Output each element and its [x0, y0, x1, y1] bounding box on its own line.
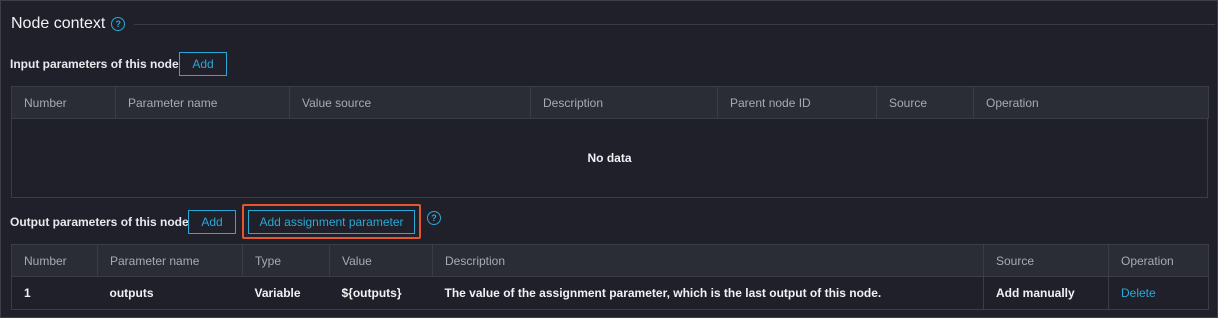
column-header: Source — [876, 86, 974, 119]
table-row: 1 outputs Variable ${outputs} The value … — [11, 276, 1209, 310]
column-header: Operation — [1108, 244, 1209, 277]
column-header: Number — [11, 244, 98, 277]
cell-source: Add manually — [983, 276, 1109, 310]
column-header: Type — [242, 244, 330, 277]
node-context-panel: Node context ? Input parameters of this … — [0, 0, 1218, 318]
column-header: Parameter name — [115, 86, 290, 119]
output-params-label: Output parameters of this node — [10, 215, 189, 229]
cell-number: 1 — [11, 276, 98, 310]
cell-operation: Delete — [1108, 276, 1209, 310]
column-header: Description — [530, 86, 718, 119]
column-header: Source — [983, 244, 1109, 277]
input-params-table: Number Parameter name Value source Descr… — [11, 86, 1209, 119]
output-add-button[interactable]: Add — [188, 210, 236, 234]
column-header: Value source — [289, 86, 531, 119]
cell-description: The value of the assignment parameter, w… — [432, 276, 984, 310]
table-header-row: Number Parameter name Value source Descr… — [11, 86, 1209, 119]
column-header: Value — [329, 244, 433, 277]
question-circle-icon[interactable]: ? — [111, 17, 126, 31]
column-header: Parent node ID — [717, 86, 877, 119]
table-header-row: Number Parameter name Type Value Descrip… — [11, 244, 1209, 277]
cell-value: ${outputs} — [329, 276, 433, 310]
question-circle-icon[interactable]: ? — [427, 211, 441, 225]
highlight-box — [242, 204, 421, 239]
column-header: Operation — [973, 86, 1209, 119]
delete-link[interactable]: Delete — [1121, 286, 1156, 300]
input-params-label: Input parameters of this node — [10, 57, 179, 71]
cell-parameter-name: outputs — [97, 276, 243, 310]
input-add-button[interactable]: Add — [179, 52, 227, 76]
empty-state-text: No data — [587, 150, 632, 165]
title-divider — [134, 24, 1215, 25]
column-header: Parameter name — [97, 244, 243, 277]
section-title: Node context — [11, 15, 106, 32]
section-header: Node context ? — [11, 13, 126, 35]
empty-state: No data — [11, 118, 1208, 198]
column-header: Description — [432, 244, 984, 277]
column-header: Number — [11, 86, 116, 119]
output-params-table: Number Parameter name Type Value Descrip… — [11, 244, 1209, 310]
cell-type: Variable — [242, 276, 330, 310]
